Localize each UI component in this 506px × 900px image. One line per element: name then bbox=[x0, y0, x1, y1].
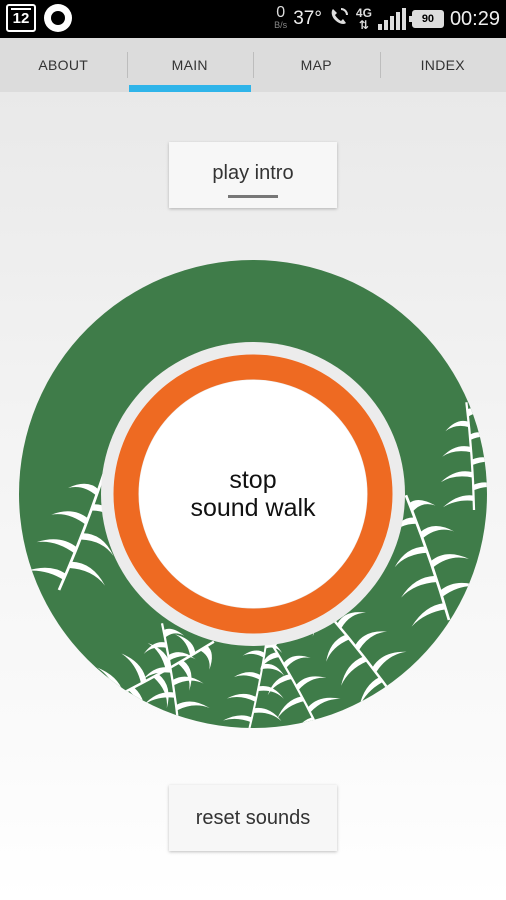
play-intro-label: play intro bbox=[212, 161, 294, 184]
tab-main-label: MAIN bbox=[171, 57, 208, 73]
network-speed-unit: B/s bbox=[274, 20, 288, 30]
reset-sounds-button[interactable]: reset sounds bbox=[169, 785, 337, 851]
tab-index-label: INDEX bbox=[420, 57, 465, 73]
play-intro-button[interactable]: play intro bbox=[169, 142, 337, 208]
tab-about[interactable]: ABOUT bbox=[0, 38, 127, 92]
sound-walk-control[interactable]: stop sound walk bbox=[19, 260, 487, 728]
tab-bar: ABOUT MAIN MAP INDEX bbox=[0, 38, 506, 92]
network-type-indicator: 4G ⇅ bbox=[356, 7, 372, 31]
data-arrows-icon: ⇅ bbox=[358, 18, 369, 32]
tab-index[interactable]: INDEX bbox=[379, 38, 506, 92]
temperature: 37° bbox=[293, 8, 322, 29]
calendar-day: 12 bbox=[12, 10, 30, 27]
status-bar-right: 0 B/s 37° 4G ⇅ 90 00:29 bbox=[274, 0, 500, 38]
call-forward-icon bbox=[328, 6, 350, 33]
battery-level: 90 bbox=[421, 13, 435, 25]
reset-sounds-label: reset sounds bbox=[195, 806, 311, 829]
status-bar-left: 12 bbox=[6, 4, 72, 32]
network-speed-value: 0 bbox=[276, 4, 286, 21]
tab-about-label: ABOUT bbox=[38, 57, 89, 73]
clock: 00:29 bbox=[449, 7, 500, 30]
record-icon bbox=[44, 4, 72, 32]
tab-main[interactable]: MAIN bbox=[126, 38, 254, 92]
network-speed: 0 B/s bbox=[274, 4, 288, 31]
stop-sound-walk-label: stop sound walk bbox=[19, 260, 487, 728]
battery-icon: 90 bbox=[408, 10, 444, 28]
tab-map-label: MAP bbox=[300, 57, 332, 73]
calendar-icon: 12 bbox=[6, 4, 36, 32]
main-content: play intro stop sound walk reset sounds bbox=[0, 92, 506, 900]
status-bar: 12 0 B/s 37° 4G ⇅ 90 00:29 bbox=[0, 0, 506, 38]
center-label-line2: sound walk bbox=[190, 494, 316, 522]
tab-map[interactable]: MAP bbox=[253, 38, 380, 92]
signal-strength-icon bbox=[377, 8, 406, 30]
center-label-line1: stop bbox=[229, 466, 277, 494]
play-intro-indicator bbox=[228, 195, 278, 198]
